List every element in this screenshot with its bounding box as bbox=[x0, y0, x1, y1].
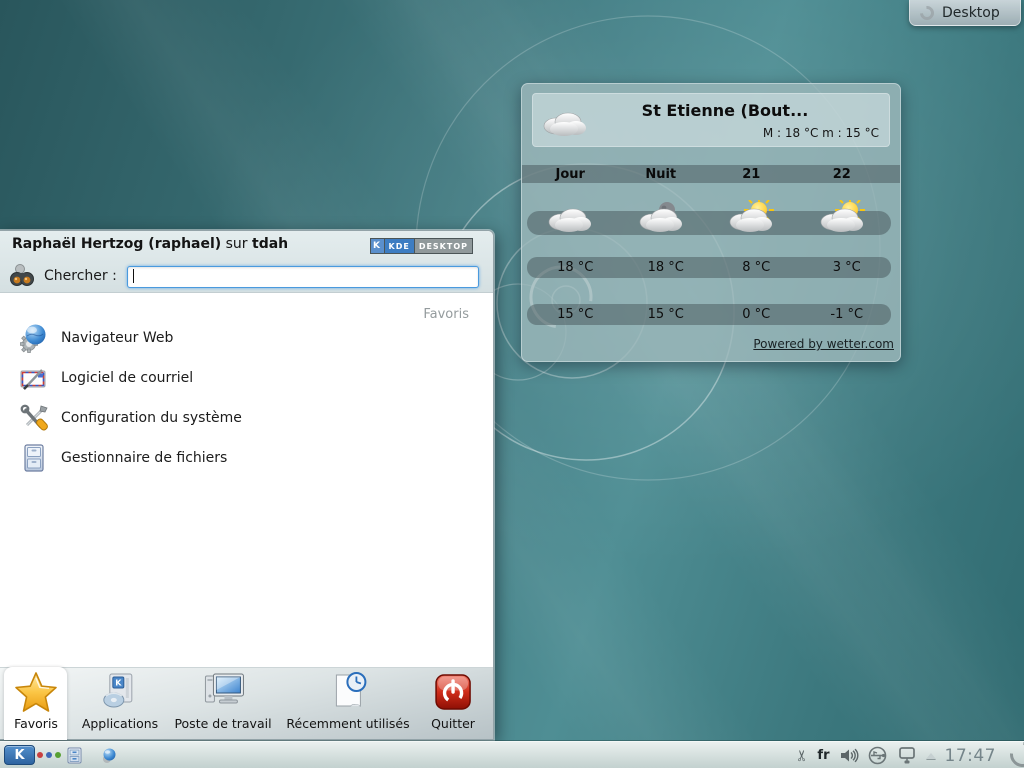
weather-provider-link[interactable]: Powered by wetter.com bbox=[753, 337, 894, 351]
tab-label: Applications bbox=[82, 716, 158, 731]
weather-col-label: 21 bbox=[742, 167, 760, 182]
search-label: Chercher : bbox=[44, 268, 117, 284]
weather-day-temps: 18 °C 18 °C 8 °C 3 °C bbox=[527, 257, 891, 278]
kickoff-search-row: Chercher : bbox=[0, 259, 493, 293]
kickoff-menu: Raphaël Hertzog (raphael) sur tdah K KDE… bbox=[0, 230, 494, 740]
cloudy-icon bbox=[547, 200, 593, 234]
sun-cloud-icon bbox=[728, 200, 774, 234]
temp-value: 3 °C bbox=[833, 260, 861, 275]
badge-desktop-label: DESKTOP bbox=[415, 239, 472, 253]
tab-favoris[interactable]: Favoris bbox=[13, 668, 59, 740]
kde-logo-icon: K bbox=[14, 749, 24, 762]
power-quit-icon bbox=[433, 672, 473, 714]
weather-location-title: St Etienne (Bout... bbox=[587, 101, 863, 120]
menu-item-label: Navigateur Web bbox=[61, 330, 173, 346]
panel-cashew-icon[interactable] bbox=[1005, 737, 1024, 768]
tray-expander-arrow-icon[interactable] bbox=[926, 753, 936, 759]
tab-label: Quitter bbox=[431, 716, 475, 731]
mail-icon bbox=[18, 362, 50, 394]
menu-item-label: Configuration du système bbox=[61, 410, 242, 426]
kickoff-user-line: Raphaël Hertzog (raphael) sur tdah bbox=[12, 236, 288, 252]
system-tray: ✂ fr 17:47 bbox=[796, 742, 996, 768]
kickoff-header: Raphaël Hertzog (raphael) sur tdah K KDE… bbox=[0, 231, 493, 293]
tab-label: Récemment utilisés bbox=[286, 716, 409, 731]
weather-col-label: Nuit bbox=[645, 167, 676, 182]
svg-text:K: K bbox=[115, 679, 122, 688]
hostname: tdah bbox=[252, 236, 288, 252]
tab-recemment-utilises[interactable]: Récemment utilisés bbox=[286, 668, 409, 740]
text-caret bbox=[133, 269, 134, 283]
desktop-pager[interactable] bbox=[37, 752, 61, 758]
temp-value: 15 °C bbox=[648, 307, 684, 322]
user-fullname: Raphaël Hertzog (raphael) bbox=[12, 236, 221, 252]
cloudy-night-icon bbox=[638, 200, 684, 234]
tab-quitter[interactable]: Quitter bbox=[431, 668, 475, 740]
search-input[interactable] bbox=[127, 266, 479, 288]
tab-label: Poste de travail bbox=[174, 716, 271, 731]
pager-dot-blue[interactable] bbox=[46, 752, 52, 758]
system-settings-icon bbox=[18, 402, 50, 434]
weather-widget[interactable]: St Etienne (Bout... M : 18 °C m : 15 °C … bbox=[521, 83, 901, 362]
menu-item-mail-client[interactable]: Logiciel de courriel bbox=[0, 358, 493, 398]
desktop: Desktop St Etienne (Bout... M : 18 °C m … bbox=[0, 0, 1024, 768]
kde-gear-icon: K bbox=[371, 239, 385, 253]
menu-item-system-settings[interactable]: Configuration du système bbox=[0, 398, 493, 438]
user-host-sep: sur bbox=[221, 236, 252, 252]
file-manager-launcher-icon[interactable] bbox=[66, 747, 83, 764]
web-browser-launcher-icon[interactable] bbox=[100, 747, 117, 764]
folder-view-widget[interactable]: Desktop bbox=[909, 0, 1021, 26]
weather-col-label: Jour bbox=[556, 167, 585, 182]
computer-icon bbox=[199, 670, 247, 714]
folder-view-title: Desktop bbox=[942, 5, 1000, 21]
weather-header: St Etienne (Bout... M : 18 °C m : 15 °C bbox=[532, 93, 890, 147]
temp-value: -1 °C bbox=[830, 307, 863, 322]
temp-value: 18 °C bbox=[648, 260, 684, 275]
temp-value: 0 °C bbox=[742, 307, 770, 322]
menu-item-file-manager[interactable]: Gestionnaire de fichiers bbox=[0, 438, 493, 478]
temp-value: 8 °C bbox=[742, 260, 770, 275]
clipboard-klipper-icon[interactable]: ✂ bbox=[795, 749, 810, 762]
menu-item-web-browser[interactable]: Navigateur Web bbox=[0, 318, 493, 358]
weather-night-temps: 15 °C 15 °C 0 °C -1 °C bbox=[527, 304, 891, 325]
digital-clock[interactable]: 17:47 bbox=[945, 746, 997, 766]
weather-column-headers: Jour Nuit 21 22 bbox=[522, 165, 900, 183]
weather-icons-row bbox=[522, 200, 900, 234]
star-icon bbox=[13, 670, 59, 714]
menu-item-label: Logiciel de courriel bbox=[61, 370, 193, 386]
usb-device-notifier-icon[interactable] bbox=[868, 746, 887, 765]
pager-dot-green[interactable] bbox=[55, 752, 61, 758]
weather-col-label: 22 bbox=[833, 167, 851, 182]
cloudy-icon bbox=[541, 104, 589, 138]
recent-documents-icon bbox=[326, 670, 370, 714]
pager-dot-red[interactable] bbox=[37, 752, 43, 758]
tab-label: Favoris bbox=[13, 716, 59, 731]
menu-item-label: Gestionnaire de fichiers bbox=[61, 450, 227, 466]
kickoff-tab-bar: Favoris K Applications bbox=[0, 667, 493, 739]
kde-desktop-badge: K KDE DESKTOP bbox=[370, 238, 474, 254]
file-manager-icon bbox=[18, 442, 50, 474]
web-browser-icon bbox=[18, 322, 50, 354]
bottom-panel: K ✂ fr bbox=[0, 741, 1024, 768]
badge-kde-label: KDE bbox=[385, 239, 415, 253]
temp-value: 18 °C bbox=[557, 260, 593, 275]
temp-value: 15 °C bbox=[557, 307, 593, 322]
sun-cloud-icon bbox=[819, 200, 865, 234]
weather-minmax: M : 18 °C m : 15 °C bbox=[763, 126, 879, 140]
kmenu-launcher-button[interactable]: K bbox=[4, 745, 35, 765]
tab-poste-de-travail[interactable]: Poste de travail bbox=[174, 668, 271, 740]
keyboard-layout-indicator[interactable]: fr bbox=[817, 748, 829, 763]
kickoff-favorites-view: Favoris bbox=[0, 294, 493, 669]
applications-icon: K bbox=[98, 670, 142, 714]
binoculars-search-icon bbox=[8, 262, 36, 290]
tab-applications[interactable]: K Applications bbox=[82, 668, 158, 740]
network-monitor-icon[interactable] bbox=[896, 746, 917, 765]
volume-icon[interactable] bbox=[839, 747, 859, 764]
folder-loading-icon bbox=[917, 3, 937, 23]
